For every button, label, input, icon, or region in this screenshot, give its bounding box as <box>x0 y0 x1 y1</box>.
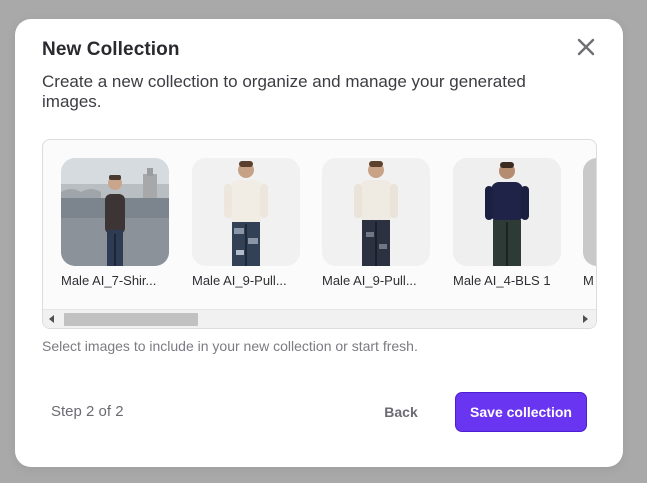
modal-title: New Collection <box>42 39 180 60</box>
image-thumbnail <box>61 158 169 266</box>
photo-man-navy-sweater-icon <box>453 158 561 266</box>
save-collection-button[interactable]: Save collection <box>455 392 587 432</box>
gallery-item[interactable]: Male AI_4-BLS 1 <box>453 158 563 294</box>
image-thumbnail <box>583 158 596 266</box>
scroll-right-icon[interactable] <box>583 315 588 323</box>
helper-text: Select images to include in your new col… <box>42 338 418 354</box>
gallery-item[interactable]: M <box>583 158 596 294</box>
gallery-item[interactable]: Male AI_9-Pull... <box>322 158 432 294</box>
image-caption: Male AI_9-Pull... <box>192 273 287 288</box>
step-indicator: Step 2 of 2 <box>51 403 124 420</box>
image-thumbnail <box>453 158 561 266</box>
photo-man-dark-sweater-riverside-icon <box>61 158 169 266</box>
photo-partial-icon <box>583 158 596 266</box>
gallery-item[interactable]: Male AI_9-Pull... <box>192 158 302 294</box>
modal-subtitle: Create a new collection to organize and … <box>42 72 526 111</box>
close-icon[interactable] <box>576 37 596 57</box>
gallery-item[interactable]: Male AI_7-Shir... <box>61 158 171 294</box>
horizontal-scrollbar[interactable] <box>43 309 596 328</box>
image-thumbnail <box>192 158 300 266</box>
photo-man-white-sweater-jeans-icon <box>322 158 430 266</box>
image-caption: Male AI_9-Pull... <box>322 273 417 288</box>
scrollbar-thumb[interactable] <box>64 313 198 326</box>
gallery-track: Male AI_7-Shir... Male AI_9-Pull... Male… <box>61 158 596 294</box>
image-gallery: Male AI_7-Shir... Male AI_9-Pull... Male… <box>42 139 597 329</box>
photo-man-white-sweater-camo-jeans-icon <box>192 158 300 266</box>
image-caption: Male AI_7-Shir... <box>61 273 157 288</box>
image-caption: Male AI_4-BLS 1 <box>453 273 551 288</box>
scroll-left-icon[interactable] <box>49 315 54 323</box>
new-collection-modal: New Collection Create a new collection t… <box>15 19 623 467</box>
back-button[interactable]: Back <box>369 394 433 430</box>
image-thumbnail <box>322 158 430 266</box>
image-caption: M <box>583 273 594 288</box>
